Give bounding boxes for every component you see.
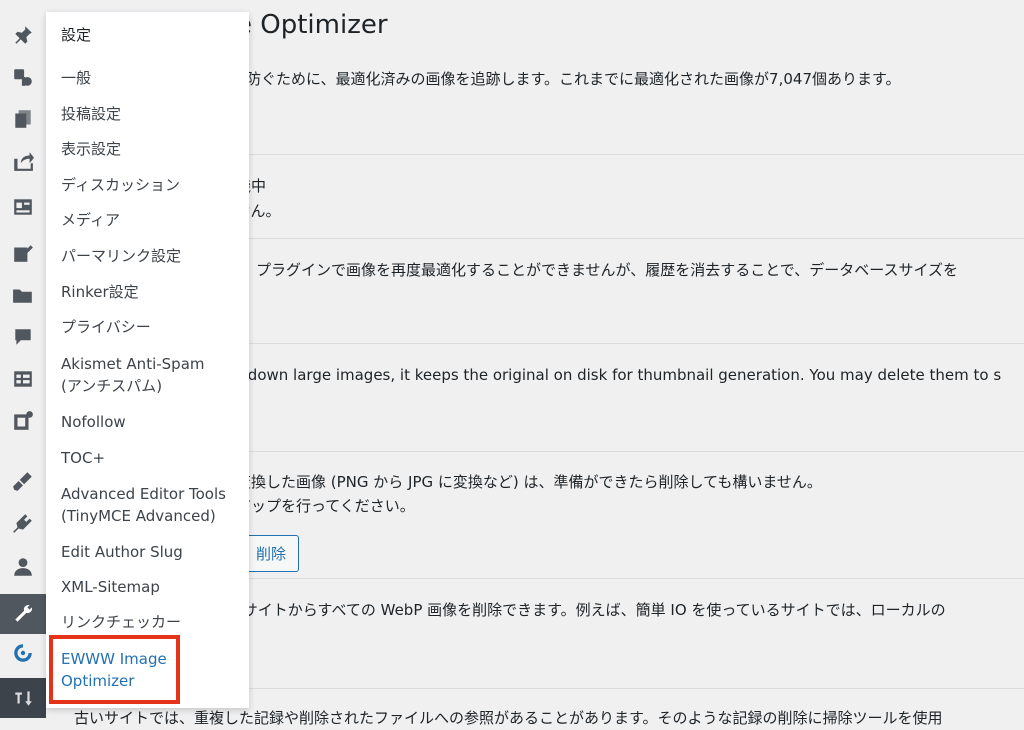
users-icon[interactable] xyxy=(0,550,46,584)
originals-description: es down large images, it keeps the origi… xyxy=(226,366,1002,384)
menu-item-toc[interactable]: TOC+ xyxy=(61,447,246,469)
menu-item-akismet[interactable]: Akismet Anti-Spam (アンチスパム) xyxy=(61,353,246,397)
widget-icon[interactable] xyxy=(0,404,46,438)
share-icon[interactable] xyxy=(0,144,46,178)
clear-history-description: プラグインで画像を再度最適化することができませんが、履歴を消去することで、データ… xyxy=(256,261,959,279)
divider xyxy=(236,578,1024,579)
divider xyxy=(236,451,1024,452)
page-title: e Optimizer xyxy=(236,10,388,40)
sort-icon[interactable] xyxy=(0,678,46,718)
edit-icon[interactable] xyxy=(0,236,46,270)
menu-item-general[interactable]: 一般 xyxy=(61,67,246,89)
history-description: を防ぐために、最適化済みの画像を追跡します。これまでに最適化された画像が7,04… xyxy=(231,70,901,88)
menu-item-link-checker[interactable]: リンクチェッカー xyxy=(61,611,246,633)
folder-icon[interactable] xyxy=(0,278,46,312)
appearance-icon[interactable] xyxy=(0,464,46,498)
menu-item-akismet-line2: (アンチスパム) xyxy=(61,377,163,395)
highlight-box xyxy=(49,635,180,704)
forms-icon[interactable] xyxy=(0,190,46,224)
cleanup-description: 古いサイトでは、重複した記録や削除されたファイルへの参照があることがあります。そ… xyxy=(74,709,943,727)
menu-item-akismet-line1: Akismet Anti-Spam xyxy=(61,355,205,373)
menu-item-permalinks[interactable]: パーマリンク設定 xyxy=(61,245,246,267)
menu-item-advanced-editor-line1: Advanced Editor Tools xyxy=(61,485,226,503)
settings-flyout-menu: 設定 一般 投稿設定 表示設定 ディスカッション メディア パーマリンク設定 R… xyxy=(46,12,249,708)
media-icon[interactable] xyxy=(0,60,46,94)
flyout-heading[interactable]: 設定 xyxy=(61,24,91,45)
menu-item-reading[interactable]: 表示設定 xyxy=(61,138,246,160)
converted-description: 変換した画像 (PNG から JPG に変換など) は、準備ができたら削除しても… xyxy=(236,473,822,491)
menu-item-advanced-editor-line2: (TinyMCE Advanced) xyxy=(61,507,216,525)
comments-icon[interactable] xyxy=(0,320,46,354)
table-icon[interactable] xyxy=(0,362,46,396)
menu-item-edit-author-slug[interactable]: Edit Author Slug xyxy=(61,541,246,563)
pin-icon[interactable] xyxy=(0,18,46,52)
menu-item-writing[interactable]: 投稿設定 xyxy=(61,103,246,125)
webp-description: Oサイトからすべての WebP 画像を削除できます。例えば、簡単 IO を使って… xyxy=(231,601,946,619)
menu-item-advanced-editor[interactable]: Advanced Editor Tools (TinyMCE Advanced) xyxy=(61,483,246,527)
menu-item-nofollow[interactable]: Nofollow xyxy=(61,411,246,433)
menu-item-media[interactable]: メディア xyxy=(61,209,246,231)
admin-sidebar xyxy=(0,0,46,730)
menu-item-xml-sitemap[interactable]: XML-Sitemap xyxy=(61,576,246,598)
tools-icon[interactable] xyxy=(0,594,46,634)
backup-note: アップを行ってください。 xyxy=(236,497,415,515)
divider xyxy=(236,238,1024,239)
divider xyxy=(236,154,1024,155)
menu-item-rinker[interactable]: Rinker設定 xyxy=(61,281,246,303)
ewww-icon[interactable] xyxy=(0,636,46,670)
menu-item-discussion[interactable]: ディスカッション xyxy=(61,174,246,196)
menu-item-privacy[interactable]: プライバシー xyxy=(61,316,246,338)
plugins-icon[interactable] xyxy=(0,506,46,540)
pages-icon[interactable] xyxy=(0,102,46,136)
divider xyxy=(236,343,1024,344)
divider xyxy=(236,688,1024,689)
